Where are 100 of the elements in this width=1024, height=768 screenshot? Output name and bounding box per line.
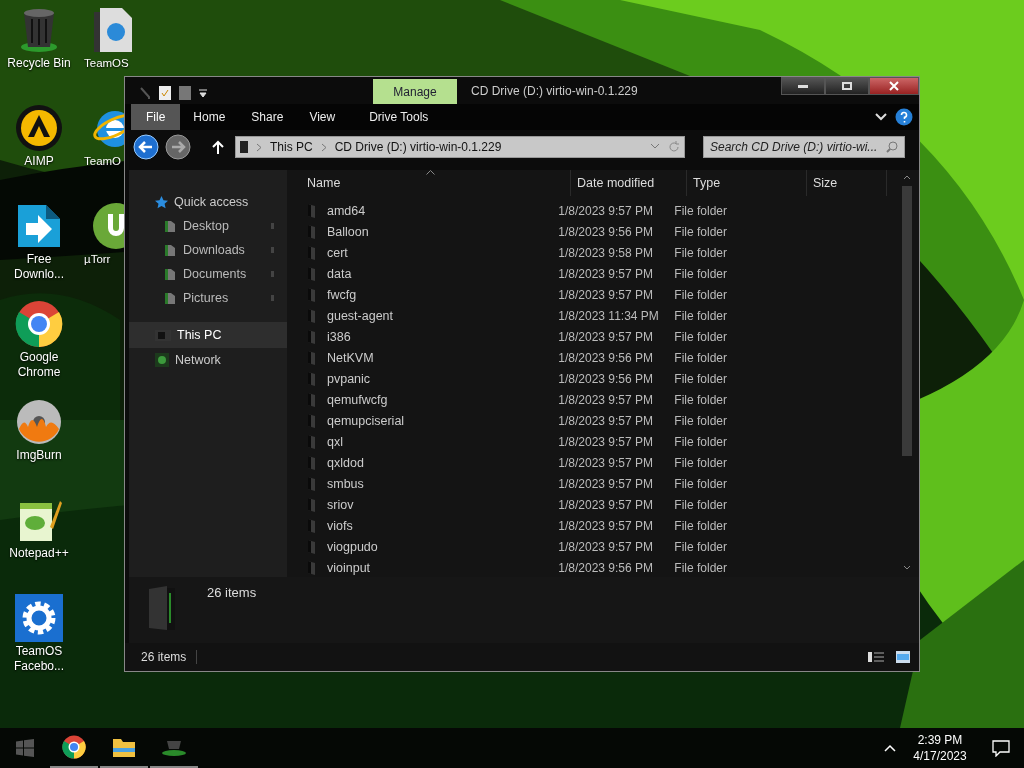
file-row[interactable]: qxl 1/8/2023 9:57 PM File folder — [307, 431, 727, 452]
nav-item[interactable]: Network — [129, 348, 287, 372]
type-cell: File folder — [674, 203, 727, 218]
desktop-shortcut[interactable]: TeamOS Facebo... — [0, 592, 78, 690]
checklist-icon — [159, 86, 171, 100]
file-name: data — [327, 266, 352, 281]
ribbon-tab[interactable]: Home — [180, 104, 239, 130]
maximize-icon — [842, 82, 852, 90]
scroll-up-icon[interactable] — [903, 174, 911, 180]
shortcut-label: AIMP — [23, 154, 55, 169]
windows-logo-icon — [16, 739, 34, 757]
file-row[interactable]: pvpanic 1/8/2023 9:56 PM File folder — [307, 368, 727, 389]
folder-icon — [163, 267, 177, 281]
file-row[interactable]: cert 1/8/2023 9:58 PM File folder — [307, 242, 727, 263]
folder-icon — [112, 736, 136, 758]
file-row[interactable]: qemupciserial 1/8/2023 9:57 PM File folder — [307, 410, 727, 431]
close-button[interactable] — [869, 77, 919, 95]
file-row[interactable]: i386 1/8/2023 9:57 PM File folder — [307, 326, 727, 347]
shortcut-label: Recycle Bin — [6, 56, 72, 71]
date-cell-text: 1/8/2023 9:56 PM — [558, 350, 655, 365]
desktop-shortcut[interactable]: ImgBurn — [0, 396, 78, 494]
column-header[interactable]: Name — [301, 170, 571, 196]
file-row[interactable]: vioinput 1/8/2023 9:56 PM File folder — [307, 557, 727, 577]
column-header[interactable]: Date modified — [571, 170, 687, 196]
ribbon-tab[interactable]: Share — [238, 104, 297, 130]
type-cell: File folder — [674, 497, 727, 512]
file-name: qemufwcfg — [327, 392, 388, 407]
file-name: i386 — [327, 329, 351, 344]
folder-icon — [307, 350, 317, 365]
search-field[interactable]: Search CD Drive (D:) virtio-wi... — [703, 136, 905, 158]
file-row[interactable]: viofs 1/8/2023 9:57 PM File folder — [307, 515, 727, 536]
network-icon — [155, 353, 169, 367]
up-arrow-icon[interactable] — [211, 140, 225, 154]
shortcut-label: ImgBurn — [15, 448, 63, 463]
ribbon-tab[interactable]: File — [131, 104, 181, 130]
properties-icon — [139, 86, 151, 100]
nav-item[interactable]: Documents — [129, 262, 287, 286]
chevron-down-icon[interactable] — [875, 111, 887, 123]
column-header[interactable]: Size — [807, 170, 887, 196]
file-row[interactable]: fwcfg 1/8/2023 9:57 PM File folder — [307, 284, 727, 305]
type-cell: File folder — [674, 266, 727, 281]
nav-item[interactable]: Desktop — [129, 214, 287, 238]
gear-icon — [15, 594, 63, 642]
folder-icon — [163, 291, 177, 305]
breadcrumb[interactable]: This PC — [270, 140, 313, 154]
type-cell: File folder — [674, 539, 727, 554]
desktop-shortcut[interactable]: Notepad++ — [0, 494, 78, 592]
contextual-tab[interactable]: Manage — [373, 79, 457, 104]
nav-item[interactable]: Pictures — [129, 286, 287, 310]
shortcut-label: TeamOS Facebo... — [13, 644, 65, 674]
file-name: qxl — [327, 434, 343, 449]
type-cell: File folder — [674, 455, 727, 470]
maximize-button[interactable] — [825, 77, 869, 95]
desktop-shortcut[interactable]: Recycle Bin — [0, 4, 78, 102]
desktop-shortcut[interactable]: AIMP — [0, 102, 78, 200]
file-row[interactable]: NetKVM 1/8/2023 9:56 PM File folder — [307, 347, 727, 368]
type-cell: File folder — [674, 329, 727, 344]
file-row[interactable]: amd64 1/8/2023 9:57 PM File folder — [307, 200, 727, 221]
ribbon-tab[interactable]: View — [296, 104, 349, 130]
file-row[interactable]: smbus 1/8/2023 9:57 PM File folder — [307, 473, 727, 494]
scrollbar[interactable] — [901, 174, 913, 571]
status-text: 26 items — [141, 650, 198, 664]
folder-icon — [307, 329, 317, 344]
nav-item[interactable]: This PC — [129, 322, 287, 348]
column-header[interactable]: Type — [687, 170, 807, 196]
file-name: cert — [327, 245, 348, 260]
pin-icon — [271, 295, 274, 301]
shortcut-label: µTorr — [83, 252, 111, 267]
desktop-shortcut[interactable]: Free Downlo... — [0, 200, 78, 298]
file-row[interactable]: guest-agent 1/8/2023 11:34 PM File folder — [307, 305, 727, 326]
file-row[interactable]: sriov 1/8/2023 9:57 PM File folder — [307, 494, 727, 515]
file-name: qemupciserial — [327, 413, 405, 428]
nav-item[interactable]: Quick access — [129, 190, 287, 214]
help-icon[interactable] — [895, 108, 913, 126]
breadcrumb[interactable]: CD Drive (D:) virtio-win-0.1.229 — [334, 140, 502, 154]
file-row[interactable]: qemufwcfg 1/8/2023 9:57 PM File folder — [307, 389, 727, 410]
details-view-icon[interactable] — [867, 650, 885, 664]
date-cell-text: 1/8/2023 9:58 PM — [558, 245, 655, 260]
minimize-button[interactable] — [781, 77, 825, 95]
folder-icon — [307, 413, 317, 428]
scroll-down-icon[interactable] — [903, 565, 911, 571]
search-icon — [886, 141, 898, 153]
back-icon[interactable] — [133, 134, 159, 160]
file-name: fwcfg — [327, 287, 357, 302]
file-row[interactable]: Balloon 1/8/2023 9:56 PM File folder — [307, 221, 727, 242]
date-cell-text: 1/8/2023 9:57 PM — [558, 518, 655, 533]
minimize-icon — [798, 84, 808, 88]
large-icons-view-icon[interactable] — [895, 650, 911, 664]
ribbon-tab[interactable]: Drive Tools — [356, 104, 442, 130]
file-row[interactable]: data 1/8/2023 9:57 PM File folder — [307, 263, 727, 284]
file-row[interactable]: viogpudo 1/8/2023 9:57 PM File folder — [307, 536, 727, 557]
file-name: qxldod — [327, 455, 364, 470]
desktop-shortcut[interactable]: TeamOS — [76, 4, 154, 102]
type-cell: File folder — [674, 518, 727, 533]
address-bar[interactable]: This PC CD Drive (D:) virtio-win-0.1.229 — [235, 136, 685, 158]
file-name: Balloon — [327, 224, 369, 239]
nav-item[interactable]: Downloads — [129, 238, 287, 262]
clock[interactable]: 2:39 PM 4/17/2023 — [902, 728, 978, 768]
forward-icon[interactable] — [165, 134, 191, 160]
file-row[interactable]: qxldod 1/8/2023 9:57 PM File folder — [307, 452, 727, 473]
